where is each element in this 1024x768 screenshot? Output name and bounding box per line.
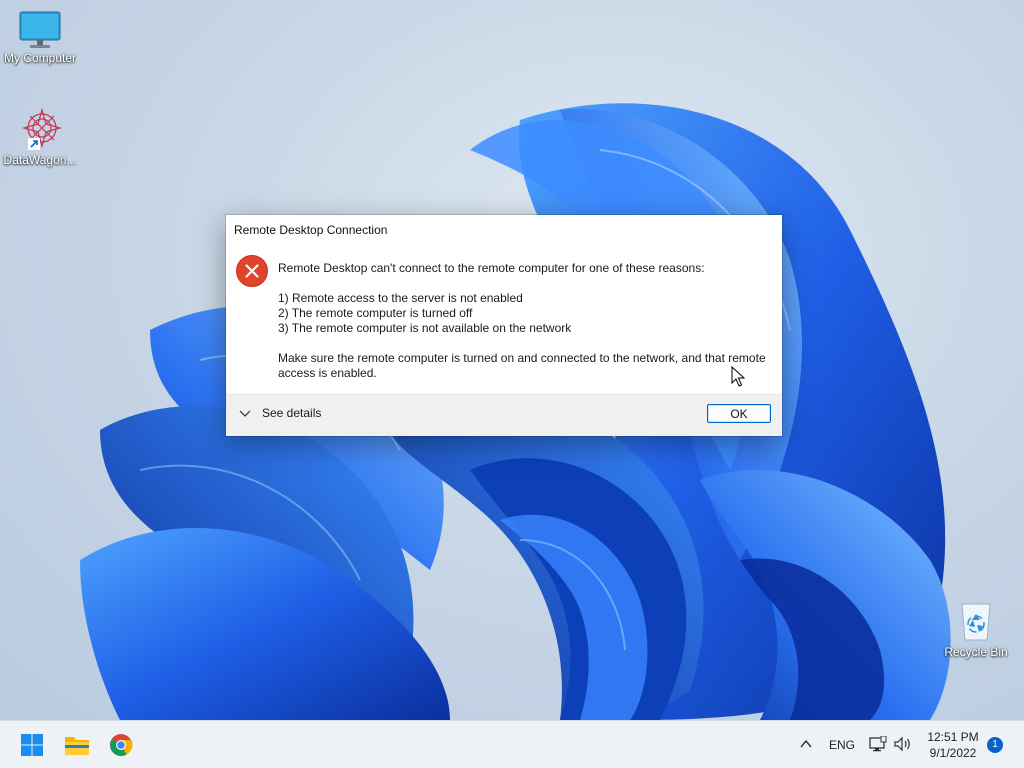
recycle-bin-icon <box>961 603 991 641</box>
clock-time: 12:51 PM <box>927 730 979 744</box>
see-details-label: See details <box>262 406 322 420</box>
show-hidden-icons-chevron-icon[interactable] <box>798 737 814 751</box>
reason-item: 3) The remote computer is not available … <box>278 321 572 335</box>
taskbar: ENG 12:51 PM 9/1/2022 1 <box>0 720 1024 768</box>
language-indicator[interactable]: ENG <box>829 738 855 752</box>
dialog-footer: See details OK <box>226 394 782 436</box>
desktop-icon-datawagon[interactable]: DataWagon... <box>0 106 80 167</box>
desktop-icon-label: My Computer <box>3 51 77 65</box>
desktop-icon-label: DataWagon... <box>3 153 77 167</box>
ok-button[interactable]: OK <box>707 404 771 423</box>
file-explorer-icon <box>65 737 89 755</box>
start-icon <box>21 734 43 756</box>
dialog-message-intro: Remote Desktop can't connect to the remo… <box>278 261 705 275</box>
datawagon-logo-icon <box>21 107 63 150</box>
desktop-icon-my-computer[interactable]: My Computer <box>0 10 80 65</box>
desktop: My Computer DataWagon... Recycle Bin Rem… <box>0 0 1024 720</box>
desktop-icon-label: Recycle Bin <box>944 645 1008 659</box>
error-icon <box>236 255 268 287</box>
clock[interactable]: 12:51 PM 9/1/2022 <box>924 729 982 761</box>
file-explorer-button[interactable] <box>61 729 93 761</box>
dialog-advice: Make sure the remote computer is turned … <box>278 351 766 380</box>
network-icon[interactable] <box>869 736 887 752</box>
start-button[interactable] <box>16 729 48 761</box>
see-details-toggle[interactable]: See details <box>238 406 321 420</box>
remote-desktop-error-dialog: Remote Desktop Connection Remote Desktop… <box>226 215 782 436</box>
dialog-title: Remote Desktop Connection <box>234 223 388 237</box>
desktop-icon-recycle-bin[interactable]: Recycle Bin <box>936 600 1016 659</box>
chevron-down-icon <box>239 410 251 417</box>
reason-item: 2) The remote computer is turned off <box>278 306 473 320</box>
reason-item: 1) Remote access to the server is not en… <box>278 291 523 305</box>
dialog-message: Remote Desktop can't connect to the remo… <box>278 261 774 381</box>
chrome-button[interactable] <box>105 729 137 761</box>
volume-icon[interactable] <box>893 736 913 752</box>
monitor-icon <box>19 11 61 48</box>
clock-date: 9/1/2022 <box>929 746 977 760</box>
notification-badge[interactable]: 1 <box>987 737 1003 753</box>
chrome-icon <box>110 734 133 756</box>
mouse-cursor-icon <box>731 366 745 387</box>
